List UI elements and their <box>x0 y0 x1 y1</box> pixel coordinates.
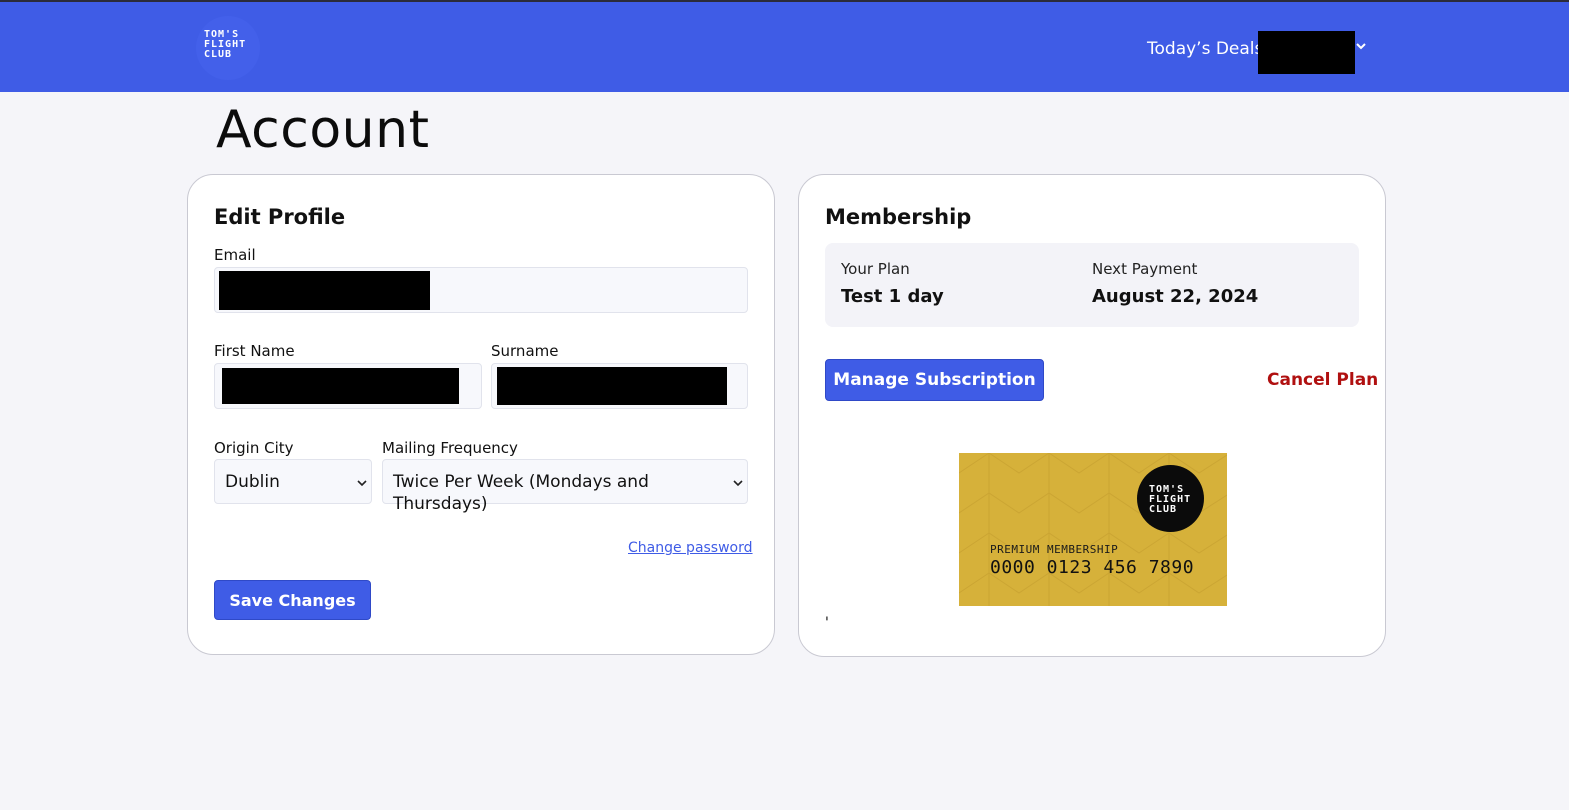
top-nav: TOM'S FLIGHT CLUB Today’s Deals <box>0 2 1569 92</box>
first-name-redacted <box>222 368 459 404</box>
change-password-link[interactable]: Change password <box>628 540 753 556</box>
user-menu-redacted[interactable] <box>1258 31 1355 74</box>
origin-city-value: Dublin <box>225 472 280 492</box>
chevron-down-icon <box>733 480 743 487</box>
card-logo: TOM'S FLIGHT CLUB <box>1137 465 1204 532</box>
site-logo[interactable]: TOM'S FLIGHT CLUB <box>196 16 260 80</box>
first-name-field[interactable] <box>214 363 482 409</box>
mailing-frequency-value: Twice Per Week (Mondays and Thursdays) <box>393 472 649 514</box>
origin-city-select[interactable]: Dublin <box>214 459 372 504</box>
edit-profile-title: Edit Profile <box>214 205 346 229</box>
origin-city-label: Origin City <box>214 439 294 457</box>
logo-line-3: CLUB <box>204 49 233 60</box>
plan-summary: Your Plan Test 1 day Next Payment August… <box>825 243 1359 327</box>
chevron-down-icon[interactable] <box>1355 40 1367 52</box>
surname-redacted <box>497 367 727 405</box>
email-redacted <box>219 271 430 310</box>
page-title: Account <box>216 100 430 160</box>
edit-profile-card: Edit Profile Email First Name Surname Or… <box>187 174 775 655</box>
mailing-frequency-select[interactable]: Twice Per Week (Mondays and Thursdays) <box>382 459 748 514</box>
membership-card-image: TOM'S FLIGHT CLUB PREMIUM MEMBERSHIP 000… <box>959 453 1227 606</box>
save-changes-button[interactable]: Save Changes <box>214 580 371 620</box>
membership-title: Membership <box>825 205 972 229</box>
surname-field[interactable] <box>491 363 748 409</box>
mailing-frequency-label: Mailing Frequency <box>382 439 518 457</box>
next-payment-label: Next Payment <box>1092 260 1198 278</box>
email-field[interactable] <box>214 267 748 313</box>
manage-subscription-button[interactable]: Manage Subscription <box>825 359 1044 401</box>
chevron-down-icon <box>357 480 367 487</box>
first-name-label: First Name <box>214 342 295 360</box>
your-plan-value: Test 1 day <box>841 286 944 307</box>
next-payment-value: August 22, 2024 <box>1092 286 1259 307</box>
stray-text: ' <box>825 615 829 631</box>
email-label: Email <box>214 246 256 264</box>
membership-card: Membership Your Plan Test 1 day Next Pay… <box>798 174 1386 657</box>
card-logo-line-3: CLUB <box>1149 504 1178 515</box>
cancel-plan-button[interactable]: Cancel Plan <box>1267 370 1378 390</box>
surname-label: Surname <box>491 342 559 360</box>
card-membership-type: PREMIUM MEMBERSHIP <box>990 543 1119 556</box>
todays-deals-link[interactable]: Today’s Deals <box>1147 38 1263 60</box>
card-number: 0000 0123 456 7890 <box>990 557 1195 578</box>
your-plan-label: Your Plan <box>841 260 910 278</box>
